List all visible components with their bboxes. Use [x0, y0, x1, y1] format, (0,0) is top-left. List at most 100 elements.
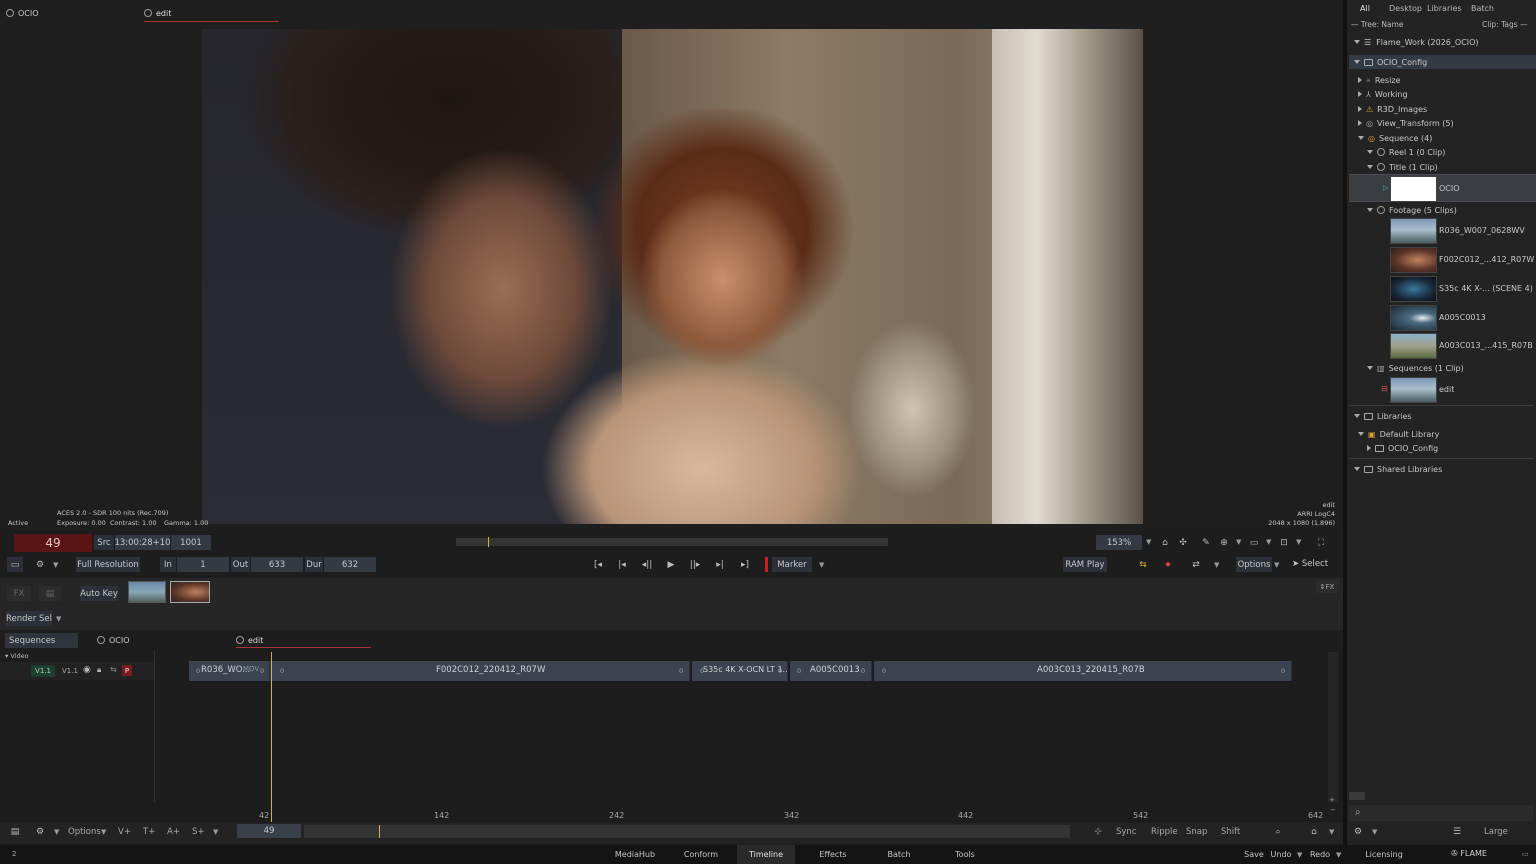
thumbnail-size[interactable]: Large: [1484, 827, 1508, 837]
zoom-out-icon[interactable]: −: [1330, 806, 1336, 814]
step-forward-icon[interactable]: ||▸: [687, 557, 703, 572]
clip-f4[interactable]: A005C0013: [1349, 304, 1536, 332]
go-to-out-icon[interactable]: ▸]: [737, 557, 753, 572]
undo-button[interactable]: Undo: [1269, 845, 1293, 864]
add-audio-button[interactable]: A+: [167, 827, 180, 837]
tab-batch[interactable]: Batch: [881, 845, 917, 864]
home-dropdown-icon[interactable]: ▼: [1329, 828, 1334, 836]
swap-icon[interactable]: ⇆: [1135, 557, 1151, 572]
licensing-button[interactable]: Licensing: [1364, 845, 1404, 864]
tree-libraries[interactable]: Libraries: [1349, 409, 1536, 423]
tree-lib-config[interactable]: OCIO_Config: [1349, 441, 1536, 455]
shift-button[interactable]: Shift: [1221, 827, 1240, 837]
playhead[interactable]: [271, 652, 272, 822]
ripple-button[interactable]: Ripple: [1151, 827, 1178, 837]
ram-play-button[interactable]: RAM Play: [1063, 557, 1107, 572]
options-dropdown-icon[interactable]: ▼: [1274, 561, 1279, 569]
tab-tools[interactable]: Tools: [948, 845, 982, 864]
track-patch[interactable]: V1.1: [31, 665, 55, 677]
tree-view-transform[interactable]: ◎ View_Transform (5): [1349, 116, 1536, 130]
tree-name-header[interactable]: — Tree: Name: [1351, 20, 1404, 29]
compare-dropdown-icon[interactable]: ▼: [1214, 561, 1219, 569]
render-dropdown-icon[interactable]: ▼: [56, 615, 61, 623]
out-field[interactable]: 633: [251, 557, 303, 572]
video-group[interactable]: ▾ Video: [5, 652, 29, 660]
tree-sequences[interactable]: ▥ Sequences (1 Clip): [1349, 361, 1536, 375]
view-compare-icon[interactable]: ⇄: [1188, 557, 1204, 572]
layout-icon[interactable]: ⊡: [1276, 535, 1292, 550]
tree-default-library[interactable]: ▣ Default Library: [1349, 427, 1536, 441]
clip-4[interactable]: 0 A005C0013 0: [790, 661, 872, 681]
scrub-bar[interactable]: [456, 538, 888, 546]
tree-reel[interactable]: Reel 1 (0 Clip): [1349, 145, 1536, 159]
fx-thumb-1[interactable]: [128, 581, 166, 603]
focus-icon[interactable]: ⊹: [1090, 824, 1106, 839]
timeline-gear-icon[interactable]: ⚙: [32, 824, 48, 839]
go-to-end-icon[interactable]: ▸|: [712, 557, 728, 572]
clip-1[interactable]: 0 R036_WO... MOV 0: [189, 661, 270, 681]
clip-2[interactable]: 0 F002C012_220412_R07W 0: [270, 661, 690, 681]
tab-conform[interactable]: Conform: [680, 845, 722, 864]
browser-tab-batch[interactable]: Batch: [1471, 4, 1494, 13]
viewer-tab-ocio[interactable]: OCIO: [6, 9, 39, 18]
sync-button[interactable]: Sync: [1116, 827, 1137, 837]
settings-gear-icon[interactable]: ⚙: [32, 557, 48, 572]
viewer-mode-icon[interactable]: ▭: [7, 557, 23, 572]
tree-config[interactable]: OCIO_Config: [1349, 55, 1536, 69]
panel-scrollbar[interactable]: [1349, 792, 1365, 800]
undo-dropdown-icon[interactable]: ▼: [1297, 851, 1302, 859]
select-tool[interactable]: ➤ Select: [1292, 559, 1328, 569]
tab-timeline[interactable]: Timeline: [737, 845, 795, 864]
lock-icon[interactable]: 🔒︎: [97, 665, 101, 675]
sequences-tab[interactable]: Sequences: [5, 633, 78, 648]
browser-tab-libraries[interactable]: Libraries: [1427, 4, 1462, 13]
clip-edit[interactable]: ⊟ edit: [1349, 376, 1536, 404]
add-title-button[interactable]: T+: [143, 827, 155, 837]
timeline-gear-dropdown-icon[interactable]: ▼: [54, 828, 59, 836]
resolution-button[interactable]: Full Resolution: [76, 557, 140, 572]
layout-dropdown-icon[interactable]: ▼: [1296, 538, 1301, 546]
priority-badge[interactable]: P: [122, 665, 132, 676]
display-dropdown-icon[interactable]: ▼: [1266, 538, 1271, 546]
clip-ocio[interactable]: ▷ OCIO: [1349, 174, 1536, 202]
display-icon[interactable]: ▭: [1246, 535, 1262, 550]
frame-start-field[interactable]: 1001: [171, 535, 211, 550]
timeline-scrollbar[interactable]: [1328, 652, 1338, 802]
viewer-tab-edit[interactable]: edit: [144, 9, 279, 22]
move-icon[interactable]: ✣: [1175, 535, 1191, 550]
frame-counter[interactable]: 49: [14, 534, 92, 552]
options-button[interactable]: Options: [1236, 557, 1272, 572]
panel-gear-dropdown-icon[interactable]: ▼: [1372, 828, 1377, 836]
timeline-options[interactable]: Options: [68, 827, 101, 837]
marker-button[interactable]: Marker: [772, 557, 812, 572]
redo-dropdown-icon[interactable]: ▼: [1336, 851, 1341, 859]
search-icon[interactable]: ⌕: [1270, 824, 1286, 839]
save-button[interactable]: Save: [1241, 845, 1267, 864]
tab-mediahub[interactable]: MediaHub: [612, 845, 658, 864]
viewer-image[interactable]: [202, 29, 1143, 524]
add-track-dropdown-icon[interactable]: ▼: [213, 828, 218, 836]
fx-button[interactable]: FX: [7, 586, 31, 601]
add-video-button[interactable]: V+: [118, 827, 131, 837]
eye-icon[interactable]: ◉: [83, 665, 91, 675]
record-icon[interactable]: ⏺: [1160, 557, 1176, 572]
timeline-tab-ocio[interactable]: OCIO: [97, 636, 130, 645]
in-field[interactable]: 1: [177, 557, 229, 572]
tree-resize[interactable]: ⚹ Resize: [1349, 73, 1536, 87]
timeline-scroll[interactable]: [304, 825, 1070, 838]
render-sel-button[interactable]: Render Sel: [6, 611, 52, 626]
tree-title[interactable]: Title (1 Clip): [1349, 160, 1536, 174]
panel-search[interactable]: ⌕: [1349, 805, 1533, 821]
auto-key-button[interactable]: Auto Key: [80, 586, 118, 601]
browser-tab-all[interactable]: All: [1360, 4, 1370, 13]
clip-f3[interactable]: S35c 4K X-... (SCENE 4): [1349, 275, 1536, 303]
panel-gear-icon[interactable]: ⚙: [1350, 824, 1366, 839]
home-icon[interactable]: ⌂: [1306, 824, 1322, 839]
go-to-start-icon[interactable]: |◂: [614, 557, 630, 572]
tree-sequence[interactable]: ◎ Sequence (4): [1349, 131, 1536, 145]
redo-button[interactable]: Redo: [1308, 845, 1332, 864]
timeline-tab-edit[interactable]: edit: [236, 636, 371, 648]
fx-image-icon[interactable]: ▤: [39, 586, 61, 601]
marker-dropdown-icon[interactable]: ▼: [819, 561, 824, 569]
timeline-view-icon[interactable]: ▤: [7, 824, 23, 839]
